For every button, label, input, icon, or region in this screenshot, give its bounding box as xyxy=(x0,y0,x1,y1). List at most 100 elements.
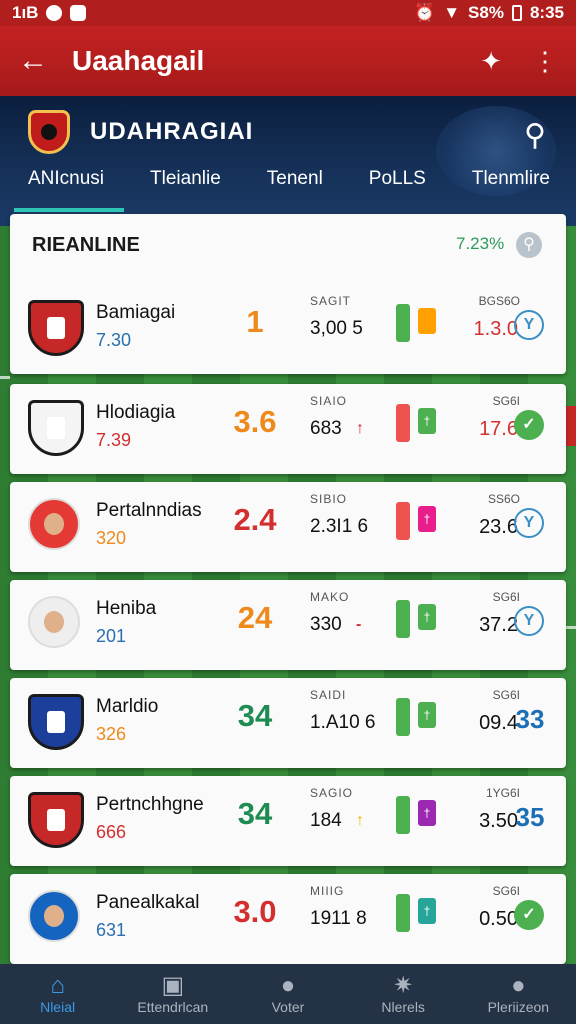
row-stat-label: SIAIO xyxy=(310,394,348,408)
row-right-label: SG6I xyxy=(492,884,520,898)
jersey-icon[interactable]: ✦ xyxy=(480,46,502,77)
tab-0[interactable]: ANIcnusi xyxy=(28,168,104,190)
search-icon[interactable]: ⚲ xyxy=(524,118,546,153)
back-arrow-icon[interactable]: ← xyxy=(18,44,72,78)
team-crest-icon xyxy=(28,694,84,750)
profile-icon: ● xyxy=(511,972,526,999)
row-score: 1 xyxy=(246,304,264,339)
row-right-value: 17.6 xyxy=(479,418,518,440)
clock-icon[interactable]: Y xyxy=(514,606,544,636)
row-right-label: SS6O xyxy=(487,492,520,506)
row-stat-value: 1.A10 6 xyxy=(310,712,376,733)
player-avatar xyxy=(28,596,84,652)
row-stat-label: MIIIG xyxy=(310,884,345,898)
alarm-icon: ⏰ xyxy=(414,3,436,22)
team-crest-icon xyxy=(28,400,84,456)
form-bar xyxy=(396,304,410,342)
more-vert-icon[interactable]: ⋮ xyxy=(532,46,558,77)
row-name: Marldio xyxy=(96,696,159,717)
tab-bar: ANIcnusi Tleianlie Tenenl PoLLS Tlenmlir… xyxy=(0,168,576,190)
status-bar: 1ıB ⏰ ▼ S8% 8:35 xyxy=(0,0,576,26)
search-small-icon[interactable]: ⚲ xyxy=(516,232,542,258)
row-score: 3.0 xyxy=(233,894,277,929)
notification-icon xyxy=(46,5,63,21)
clock-icon[interactable]: Y xyxy=(514,508,544,538)
form-badge: † xyxy=(418,408,436,434)
tab-1[interactable]: Tleianlie xyxy=(150,168,221,190)
row-right-value: 23.6 xyxy=(479,516,518,538)
club-crest-icon xyxy=(28,110,70,154)
row-stat-value: 330 xyxy=(310,614,342,635)
form-badge: † xyxy=(418,702,436,728)
tab-2[interactable]: Tenenl xyxy=(267,168,323,190)
player-row[interactable]: Marldio 326 34 SAIDI 1.A10 6 † SG6I 09.4… xyxy=(10,678,566,768)
row-right-label: SG6I xyxy=(492,688,520,702)
tab-3[interactable]: PoLLS xyxy=(369,168,426,190)
row-right-label: 1YG6I xyxy=(485,786,520,800)
player-row[interactable]: Pertalnndias 320 2.4 SIBIO 2.3I1 6 † SS6… xyxy=(10,482,566,572)
nav-item-4[interactable]: ● Pleriizeon xyxy=(461,972,576,1016)
nav-item-2[interactable]: ● Voter xyxy=(230,973,345,1016)
clock: 8:35 xyxy=(529,3,564,22)
team-crest-icon xyxy=(28,300,84,356)
bottom-nav: ⌂ Nleial ▣ Ettendrlcan ● Voter ✷ Nlerels ● P… xyxy=(0,964,576,1024)
wifi-icon: ▼ xyxy=(443,3,461,22)
form-badge: † xyxy=(418,506,436,532)
chat-icon: ▣ xyxy=(161,972,185,999)
form-bar xyxy=(396,796,410,834)
row-name: Panealkakal xyxy=(96,892,200,913)
row-stat-value: 1911 8 xyxy=(310,908,367,929)
row-score: 24 xyxy=(237,600,273,635)
trend-arrow-icon: - xyxy=(356,616,362,633)
form-bar xyxy=(396,698,410,736)
player-avatar xyxy=(28,890,84,946)
row-sub-value: 666 xyxy=(96,822,127,842)
row-right-value: 37.2 xyxy=(479,614,518,636)
form-bar xyxy=(396,894,410,932)
form-badge: † xyxy=(418,898,436,924)
row-score: 34 xyxy=(237,796,273,831)
clock-icon[interactable]: Y xyxy=(514,310,544,340)
player-row[interactable]: Heniba 201 24 MAKO 330 - † SG6I 37.2 Y xyxy=(10,580,566,670)
app-title: Uaahagail xyxy=(72,45,205,76)
section-title: RIEANLINE xyxy=(32,234,140,256)
row-sub-value: 320 xyxy=(96,528,127,548)
trend-arrow-icon: ↑ xyxy=(356,812,364,829)
player-row[interactable]: Panealkakal 631 3.0 MIIIG 1911 8 † SG6I … xyxy=(10,874,566,964)
row-sub-value: 7.30 xyxy=(96,330,132,350)
tab-4[interactable]: Tlenmlire xyxy=(472,168,550,190)
form-bar xyxy=(396,404,410,442)
nav-item-3[interactable]: ✷ Nlerels xyxy=(346,972,461,1016)
row-right-label: BGS6O xyxy=(478,294,520,308)
row-sub-value: 201 xyxy=(96,626,127,646)
row-right-label: SG6I xyxy=(492,590,520,604)
app-bar: ← Uaahagail ✦ ⋮ xyxy=(0,26,576,96)
form-bar xyxy=(396,502,410,540)
nav-label: Pleriizeon xyxy=(487,999,550,1015)
award-icon: ✷ xyxy=(393,972,414,999)
row-name: Pertalnndias xyxy=(96,500,202,521)
check-icon[interactable]: ✓ xyxy=(514,410,544,440)
club-header: UDAHRAGIAI ⚲ ANIcnusi Tleianlie Tenenl P… xyxy=(0,96,576,226)
nav-label: Ettendrlcan xyxy=(137,999,209,1015)
row-score: 34 xyxy=(237,698,273,733)
row-name: Pertnchhgne xyxy=(96,794,204,815)
player-row[interactable]: Hlodiagia 7.39 3.6 SIAIO 683 ↑ † SG6I 17… xyxy=(10,384,566,474)
row-stat-label: SAGIT xyxy=(310,294,352,308)
player-row[interactable]: Pertnchhgne 666 34 SAGIO 184 ↑ † 1YG6I 3… xyxy=(10,776,566,866)
nav-item-1[interactable]: ▣ Ettendrlcan xyxy=(115,972,230,1016)
section-percent: 7.23% xyxy=(456,234,505,253)
row-stat-label: SIBIO xyxy=(310,492,348,506)
player-row[interactable]: Bamiagai 7.30 1 SAGIT 3,00 5 BGS6O 1.3.0… xyxy=(10,284,566,374)
check-icon[interactable]: ✓ xyxy=(514,900,544,930)
nav-item-0[interactable]: ⌂ Nleial xyxy=(0,973,115,1016)
battery-icon xyxy=(511,5,522,21)
row-sub-value: 7.39 xyxy=(96,430,132,450)
row-name: Hlodiagia xyxy=(96,402,176,423)
row-right-label: SG6I xyxy=(492,394,520,408)
status-left-text: 1ıB xyxy=(12,3,39,22)
row-stat-label: MAKO xyxy=(310,590,350,604)
app-notification-icon xyxy=(70,5,87,21)
form-bar xyxy=(396,600,410,638)
row-name: Heniba xyxy=(96,598,157,619)
